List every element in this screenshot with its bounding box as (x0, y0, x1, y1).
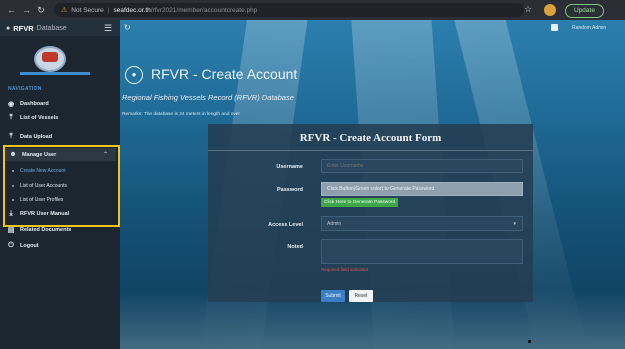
hamburger-menu-icon[interactable]: ☰ (104, 23, 112, 34)
noted-textarea[interactable] (321, 239, 523, 264)
page-subtitle: Regional Fishing Vessels Record (RFVR) D… (122, 93, 294, 102)
sidebar-subitem-label: List of User Accounts (20, 183, 67, 189)
sidebar-subitem-label: Create New Account (20, 168, 66, 174)
url-path: /rfvr2021/member/accountcreate.php (150, 6, 258, 14)
sidebar-item-label: Logout (20, 242, 39, 249)
sidebar-item-data-upload[interactable]: ⤒ Data Upload (4, 130, 116, 143)
upload-icon: ⤒ (9, 132, 13, 140)
security-label: Not Secure (71, 6, 104, 14)
remarks-text: Remarks: The database is 24 meters in le… (122, 112, 241, 117)
sidebar-item-label: Dashboard (20, 100, 49, 107)
sidebar-item-related-documents[interactable]: ▤ Related Documents (4, 223, 116, 236)
divider (208, 150, 533, 151)
sidebar-item-list-of-vessels[interactable]: ⤒ List of Vessels (4, 111, 116, 124)
sidebar-item-label: Related Documents (20, 226, 72, 233)
back-icon[interactable]: ← (7, 5, 16, 15)
brand-bar: ● RFVR Database ☰ (0, 20, 120, 36)
download-icon: ⤓ (9, 209, 13, 217)
url-separator: | (107, 6, 110, 14)
sidebar-subitem-list-of-user-accounts[interactable]: List of User Accounts (12, 181, 67, 191)
password-label: Password (277, 187, 303, 193)
sidebar-item-label: Manage User (22, 151, 57, 158)
access-level-label: Access Level (268, 222, 303, 228)
main-content: ↻ Random Admin ● RFVR - Create Account R… (120, 20, 625, 349)
sidebar-item-rfvr-user-manual[interactable]: ⤓ RFVR User Manual (4, 207, 116, 220)
sidebar-item-label: RFVR User Manual (20, 210, 70, 217)
noted-label: Noted (287, 244, 303, 250)
submit-button[interactable]: Submit (321, 290, 345, 302)
sidebar-subitem-list-of-user-profiles[interactable]: List of User Profiles (12, 195, 63, 205)
address-bar[interactable]: ⚠ Not Secure | seafdec.or.th /rfvr2021/m… (54, 3, 524, 17)
notification-icon[interactable] (551, 24, 558, 31)
brand-subtitle: Database (36, 24, 67, 32)
document-icon: ▤ (7, 226, 15, 234)
users-icon: ☻ (9, 151, 17, 158)
browser-toolbar: ← → ↻ ⚠ Not Secure | seafdec.or.th /rfvr… (0, 0, 625, 20)
bullet-dot (12, 199, 14, 201)
reload-icon[interactable]: ↻ (37, 5, 45, 16)
chevron-up-icon: ⌃ (102, 152, 108, 158)
logo-caption-bar (20, 72, 90, 75)
forward-icon[interactable]: → (22, 5, 31, 15)
form-title: RFVR - Create Account Form (299, 132, 442, 144)
password-field[interactable]: Click Button(Green color) to Generate Pa… (321, 182, 523, 196)
create-account-form: RFVR - Create Account Form Username Pass… (208, 124, 533, 302)
sidebar-subitem-label: List of User Profiles (20, 197, 64, 203)
user-menu[interactable]: Random Admin (572, 25, 606, 31)
access-level-select[interactable]: Admin ▾ (321, 216, 523, 231)
brand-dot-icon: ● (6, 24, 11, 32)
sidebar-item-manage-user[interactable]: ☻ Manage User ⌃ (6, 148, 118, 161)
sidebar: ● RFVR Database ☰ NAVIGATION ◉ Dashboard… (0, 20, 120, 349)
brand-title: RFVR (13, 23, 34, 33)
bullet-dot (12, 170, 14, 172)
update-button[interactable]: Update (565, 4, 604, 18)
upload-icon: ⤒ (9, 113, 13, 121)
page-title: RFVR - Create Account (151, 66, 298, 82)
user-circle-icon: ● (125, 66, 143, 84)
mouse-cursor (528, 340, 531, 343)
power-icon: ⏻ (8, 241, 14, 249)
generate-password-button[interactable]: Click Here to Generate Password (321, 198, 399, 207)
sidebar-item-dashboard[interactable]: ◉ Dashboard (4, 97, 116, 110)
required-note: Required field indicated (321, 267, 369, 272)
chevron-down-icon: ▾ (513, 220, 516, 227)
dashboard-icon: ◉ (7, 100, 15, 108)
profile-avatar[interactable] (544, 4, 556, 16)
rfvr-logo (34, 46, 66, 72)
username-input[interactable] (321, 159, 523, 173)
sidebar-item-logout[interactable]: ⏻ Logout (4, 239, 116, 252)
username-label: Username (276, 164, 303, 170)
reset-button[interactable]: Reset (349, 290, 373, 302)
access-level-value: Admin (327, 220, 342, 227)
sidebar-item-label: Data Upload (20, 133, 53, 140)
url-host: seafdec.or.th (113, 6, 151, 14)
bookmark-star-icon[interactable]: ☆ (524, 4, 532, 15)
logo-emblem (42, 52, 58, 62)
top-bar: ↻ Random Admin (120, 20, 625, 36)
warning-icon: ⚠ (61, 7, 68, 14)
bullet-dot (12, 185, 14, 187)
sidebar-item-label: List of Vessels (20, 114, 59, 121)
navigation-heading: NAVIGATION (8, 86, 42, 92)
sidebar-subitem-create-new-account[interactable]: Create New Account (12, 166, 66, 176)
refresh-icon[interactable]: ↻ (124, 23, 131, 32)
